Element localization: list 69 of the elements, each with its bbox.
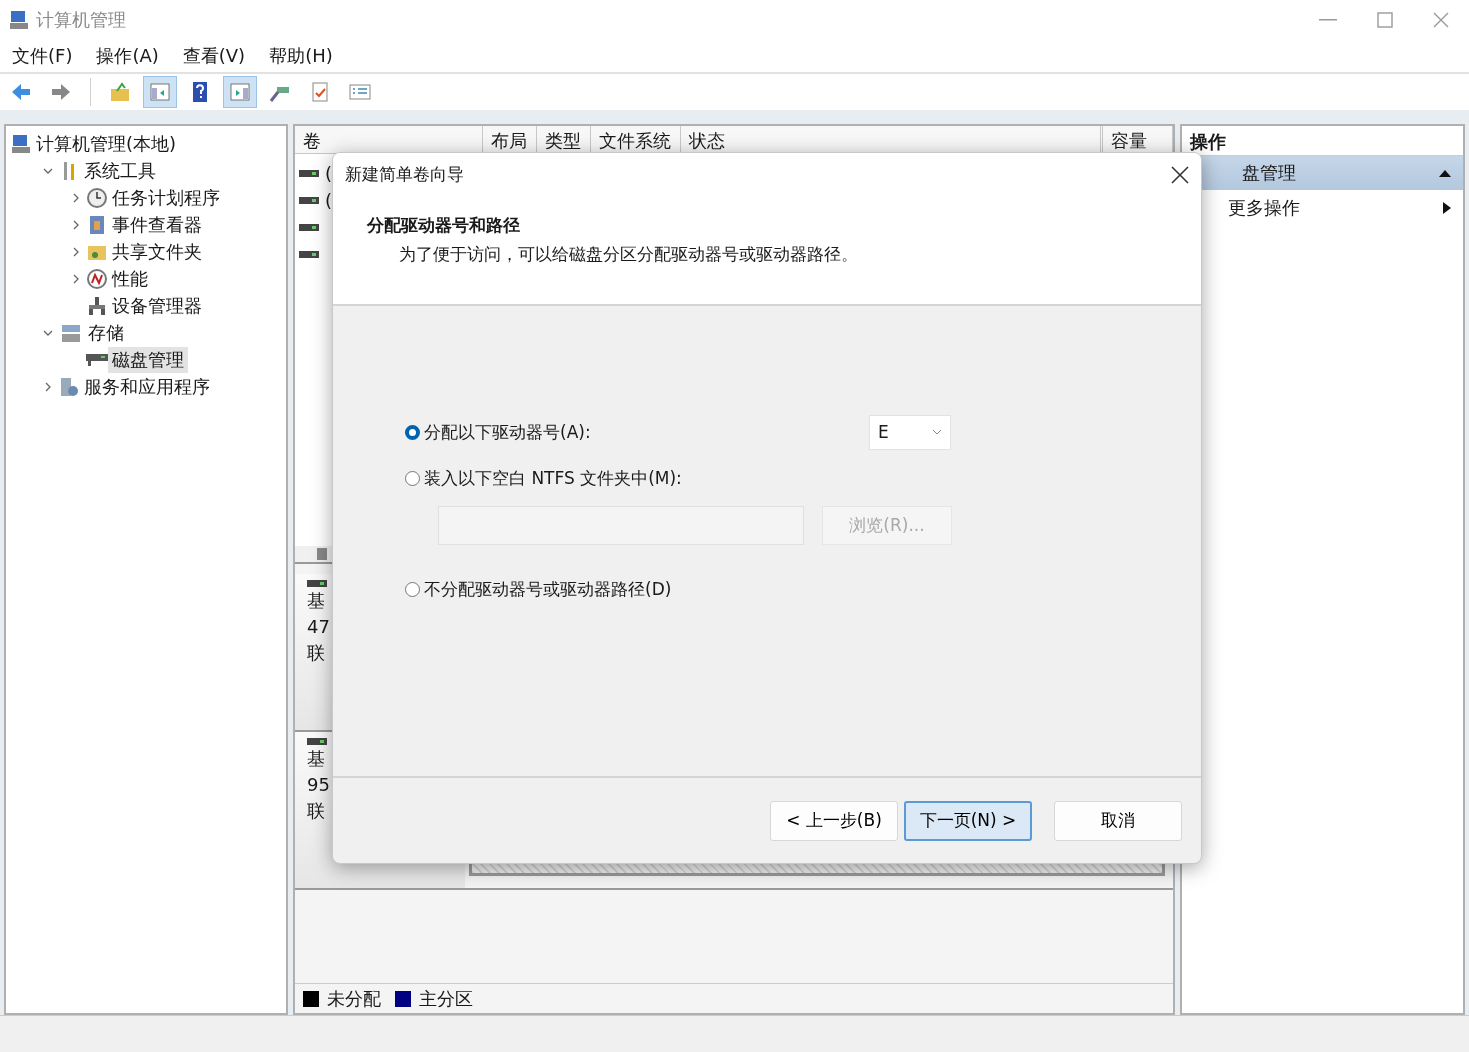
volume-name[interactable]: ( (325, 190, 333, 211)
checklist-icon (347, 81, 373, 103)
step-description: 为了便于访问，可以给磁盘分区分配驱动器号或驱动器路径。 (399, 243, 859, 266)
submenu-arrow-icon (1443, 202, 1451, 214)
disk-info: 47 (307, 615, 330, 639)
chevron-right-icon[interactable] (71, 192, 81, 203)
menu-item[interactable]: 文件(F) (12, 44, 73, 68)
chevron-down-icon (932, 429, 942, 435)
properties-icon (309, 81, 331, 103)
tree-item[interactable]: 事件查看器 (108, 211, 206, 238)
drive-icon (299, 170, 319, 177)
window-title: 计算机管理 (36, 8, 126, 32)
drive-letter-dropdown[interactable]: E (869, 414, 951, 450)
tree-item[interactable]: 计算机管理(本地) (32, 130, 181, 157)
minimize-icon[interactable] (1319, 19, 1337, 21)
disk-drive-icon (86, 353, 108, 366)
computer-icon (10, 132, 32, 155)
drive-icon (299, 224, 319, 231)
drive-icon (299, 251, 319, 258)
dialog-title: 新建简单卷向导 (345, 163, 464, 186)
action-pane-icon (229, 81, 251, 103)
disk-info: 联 (307, 799, 325, 823)
disk-info: 95 (307, 773, 330, 797)
performance-icon (86, 267, 108, 290)
drive-icon (307, 580, 327, 587)
wizard-button[interactable]: < 上一步(B) (770, 800, 898, 841)
radio-option[interactable]: 分配以下驱动器号(A): (405, 420, 591, 444)
clock-icon (86, 186, 108, 209)
maximize-icon[interactable] (1377, 12, 1393, 28)
action-item[interactable]: 更多操作 (1182, 190, 1463, 226)
radio-icon[interactable] (405, 424, 420, 440)
chevron-right-icon[interactable] (71, 219, 81, 230)
radio-icon[interactable] (405, 470, 420, 486)
tree-item[interactable]: 服务和应用程序 (80, 373, 214, 400)
up-folder-icon (109, 81, 131, 103)
step-heading: 分配驱动器号和路径 (367, 214, 521, 237)
radio-option[interactable]: 不分配驱动器号或驱动器路径(D) (405, 577, 672, 601)
volume-name[interactable]: ( (325, 163, 333, 184)
disk-info: 基 (307, 589, 325, 613)
chevron-right-icon[interactable] (43, 381, 53, 392)
drive-icon (307, 738, 327, 745)
tree-item[interactable]: 系统工具 (80, 157, 160, 184)
tree-item[interactable]: 任务计划程序 (108, 184, 224, 211)
wizard-button[interactable]: 下一页(N) > (904, 800, 1032, 841)
device-manager-icon (86, 294, 108, 317)
tree-item[interactable]: 性能 (108, 265, 152, 292)
tree-item[interactable]: 磁盘管理 (108, 346, 188, 373)
scrollbar-thumb[interactable] (317, 548, 327, 560)
legend-label: 未分配 (327, 986, 381, 1011)
tree-item[interactable]: 设备管理器 (108, 292, 206, 319)
tree-item[interactable]: 共享文件夹 (108, 238, 206, 265)
wizard-button[interactable]: 取消 (1054, 800, 1182, 841)
menu-item[interactable]: 查看(V) (182, 44, 246, 68)
legend-label: 主分区 (419, 986, 473, 1011)
tree-item[interactable]: 存储 (84, 319, 128, 346)
radio-option[interactable]: 装入以下空白 NTFS 文件夹中(M): (405, 466, 682, 490)
chevron-right-icon[interactable] (71, 246, 81, 257)
drive-icon (299, 197, 319, 204)
chevron-right-icon[interactable] (71, 273, 81, 284)
menu-item[interactable]: 操作(A) (96, 44, 159, 68)
collapse-icon[interactable] (1439, 169, 1451, 177)
disk-info: 基 (307, 747, 325, 771)
menu-item[interactable]: 帮助(H) (269, 44, 333, 68)
console-tree-icon (149, 81, 171, 103)
disk-info: 联 (307, 641, 325, 665)
close-icon[interactable] (1171, 165, 1189, 184)
services-icon (58, 375, 80, 398)
radio-icon[interactable] (405, 581, 420, 597)
computer-management-icon (8, 9, 30, 31)
